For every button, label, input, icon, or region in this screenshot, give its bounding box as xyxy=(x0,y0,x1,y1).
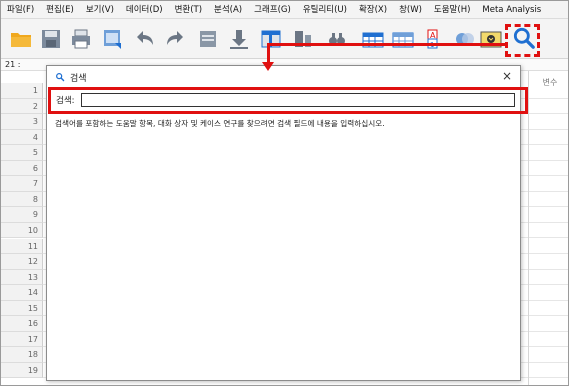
menu-view[interactable]: 보기(V) xyxy=(80,1,120,19)
row-header[interactable]: 8 xyxy=(1,191,43,208)
row-header[interactable]: 18 xyxy=(1,347,43,363)
row-header[interactable]: 14 xyxy=(1,285,43,301)
row-header[interactable]: 15 xyxy=(1,300,43,317)
variable-column-label: 변수 xyxy=(542,78,558,87)
row-header[interactable]: 6 xyxy=(1,160,43,177)
menu-edit[interactable]: 편집(E) xyxy=(40,1,80,19)
row-header[interactable]: 11 xyxy=(1,238,43,254)
callout-arrow-head xyxy=(262,62,274,71)
go-to-case-icon[interactable] xyxy=(197,27,221,51)
select-cases-icon[interactable] xyxy=(453,27,477,51)
variables-icon[interactable] xyxy=(259,27,283,51)
menu-help[interactable]: 도움말(H) xyxy=(428,1,476,19)
row-header[interactable]: 19 xyxy=(1,362,43,379)
variable-column: 변수 xyxy=(528,71,568,385)
help-text: 검색어를 포함하는 도움말 항목, 대화 상자 및 케이스 연구를 찾으려면 검… xyxy=(55,119,385,128)
go-to-variable-icon[interactable] xyxy=(227,27,251,51)
insert-cases-icon[interactable] xyxy=(361,27,385,51)
search-icon xyxy=(56,73,65,82)
menu-extensions[interactable]: 확장(X) xyxy=(353,1,393,19)
print-icon[interactable] xyxy=(69,27,93,51)
menu-meta-analysis[interactable]: Meta Analysis xyxy=(476,1,547,19)
menu-graphs[interactable]: 그래프(G) xyxy=(248,1,297,19)
menu-transform[interactable]: 변환(T) xyxy=(169,1,208,19)
menu-file[interactable]: 파일(F) xyxy=(1,1,40,19)
run-descriptive-icon[interactable] xyxy=(291,27,315,51)
row-header[interactable]: 13 xyxy=(1,269,43,286)
insert-variable-icon[interactable] xyxy=(391,27,415,51)
dialog-title: 검색 xyxy=(70,73,87,84)
row-header[interactable]: 5 xyxy=(1,145,43,161)
menu-data[interactable]: 데이터(D) xyxy=(120,1,169,19)
open-folder-icon[interactable] xyxy=(9,27,33,51)
menu-analyze[interactable]: 분석(A) xyxy=(208,1,248,19)
search-field-highlight xyxy=(48,87,528,114)
toolbar: A1 xyxy=(1,19,568,59)
dialog-title-bar: 검색 xyxy=(47,66,522,88)
row-header[interactable]: 17 xyxy=(1,331,43,348)
row-header[interactable]: 12 xyxy=(1,254,43,270)
value-labels-icon[interactable] xyxy=(479,27,503,51)
redo-icon[interactable] xyxy=(163,27,187,51)
save-icon[interactable] xyxy=(39,27,63,51)
row-header[interactable]: 3 xyxy=(1,114,43,130)
callout-arrow-line xyxy=(267,43,507,46)
undo-icon[interactable] xyxy=(133,27,157,51)
spss-window: 파일(F) 편집(E) 보기(V) 데이터(D) 변환(T) 분석(A) 그래프… xyxy=(0,0,569,386)
menu-utilities[interactable]: 유틸리티(U) xyxy=(297,1,353,19)
row-header[interactable]: 16 xyxy=(1,316,43,332)
menu-bar: 파일(F) 편집(E) 보기(V) 데이터(D) 변환(T) 분석(A) 그래프… xyxy=(1,1,568,19)
row-header[interactable]: 1 xyxy=(1,83,43,99)
split-file-icon[interactable]: A1 xyxy=(425,27,449,51)
recall-dialog-icon[interactable] xyxy=(101,27,125,51)
row-header[interactable]: 10 xyxy=(1,222,43,239)
row-header[interactable]: 7 xyxy=(1,176,43,192)
close-icon[interactable]: × xyxy=(500,69,514,83)
row-header[interactable]: 4 xyxy=(1,129,43,146)
row-header[interactable]: 2 xyxy=(1,98,43,115)
row-header[interactable]: 9 xyxy=(1,207,43,223)
menu-window[interactable]: 창(W) xyxy=(393,1,428,19)
find-icon[interactable] xyxy=(325,27,349,51)
search-button-highlight xyxy=(505,24,540,57)
